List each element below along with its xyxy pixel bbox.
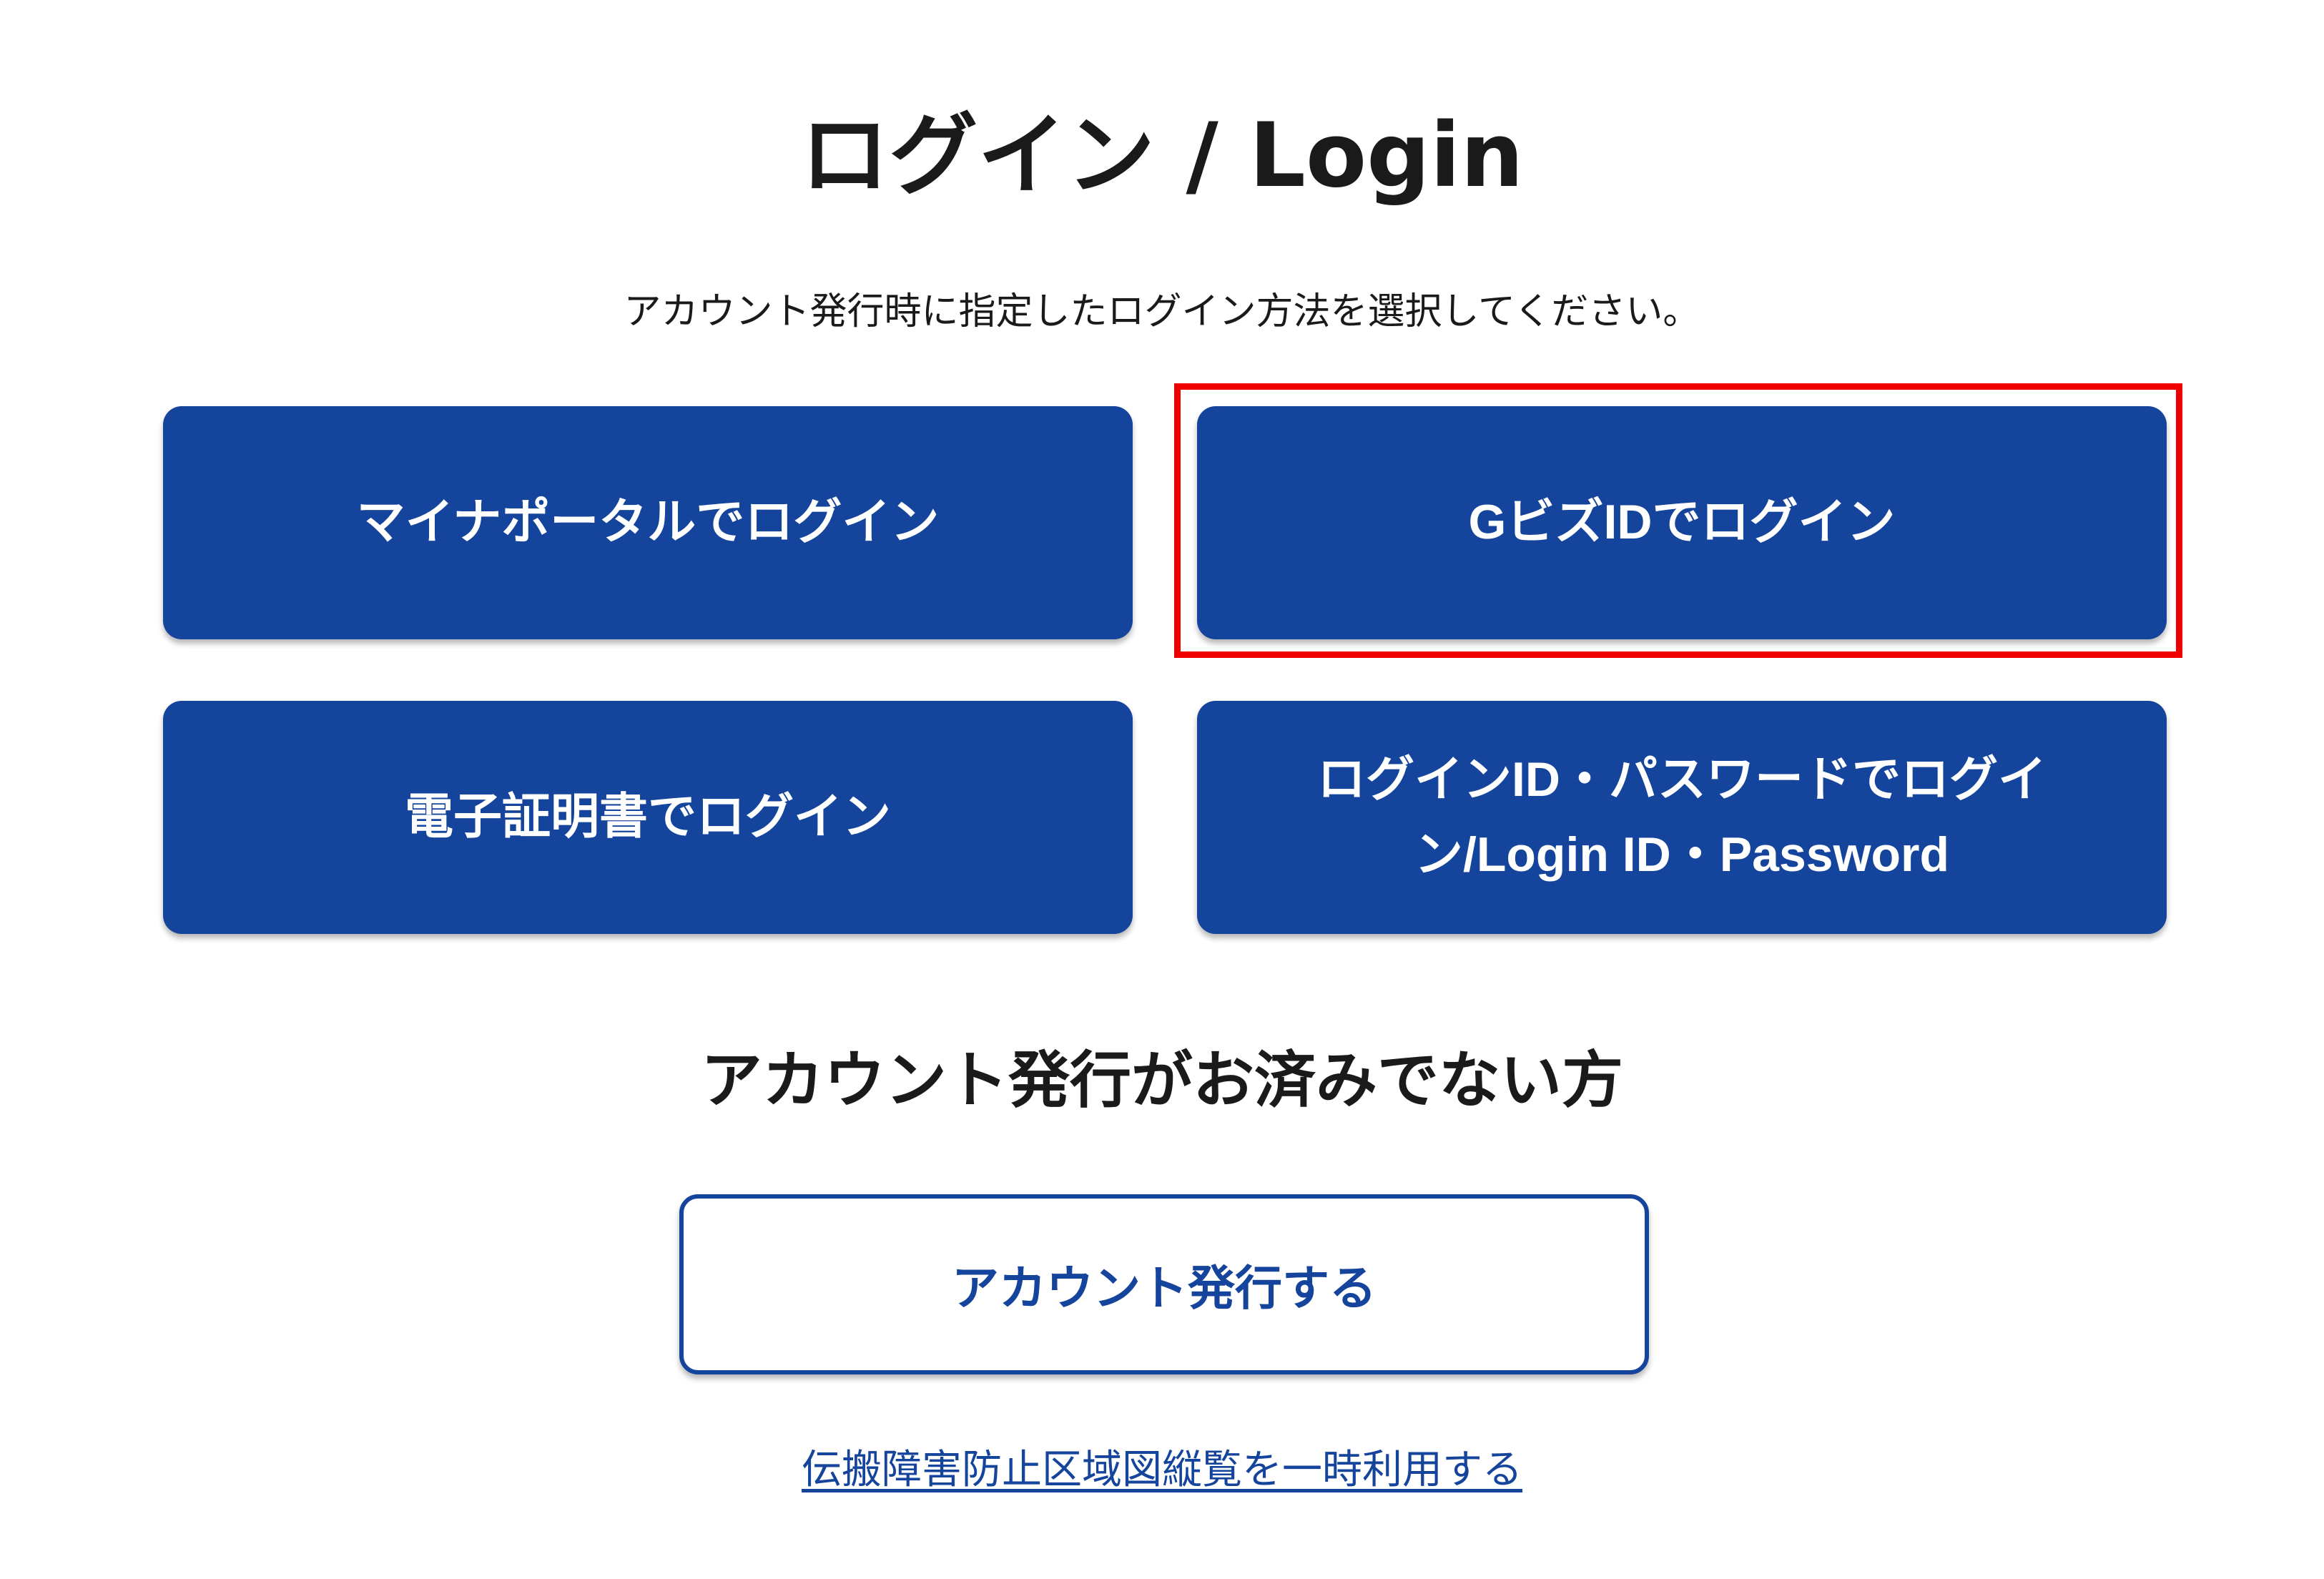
gbiz-id-login-button[interactable]: GビズIDでログイン — [1197, 406, 2167, 639]
register-heading: アカウント発行がお済みでない方 — [701, 1045, 1623, 1116]
myna-portal-login-button[interactable]: マイナポータルでログイン — [163, 406, 1133, 639]
temporary-use-link[interactable]: 伝搬障害防止区域図縦覧を一時利用する — [802, 1447, 1522, 1493]
page-subtitle: アカウント発行時に指定したログイン方法を選択してください。 — [624, 290, 1700, 333]
temporary-use-link-wrapper: 伝搬障害防止区域図縦覧を一時利用する — [0, 1446, 2324, 1494]
register-account-button[interactable]: アカウント発行する — [679, 1194, 1649, 1374]
digital-certificate-login-button[interactable]: 電子証明書でログイン — [163, 701, 1133, 934]
page-title: ログイン / Login — [800, 104, 1524, 207]
login-page: ログイン / Login アカウント発行時に指定したログイン方法を選択してくださ… — [0, 0, 2324, 1579]
id-password-login-button[interactable]: ログインID・パスワードでログイン/Login ID・Password — [1197, 701, 2167, 934]
